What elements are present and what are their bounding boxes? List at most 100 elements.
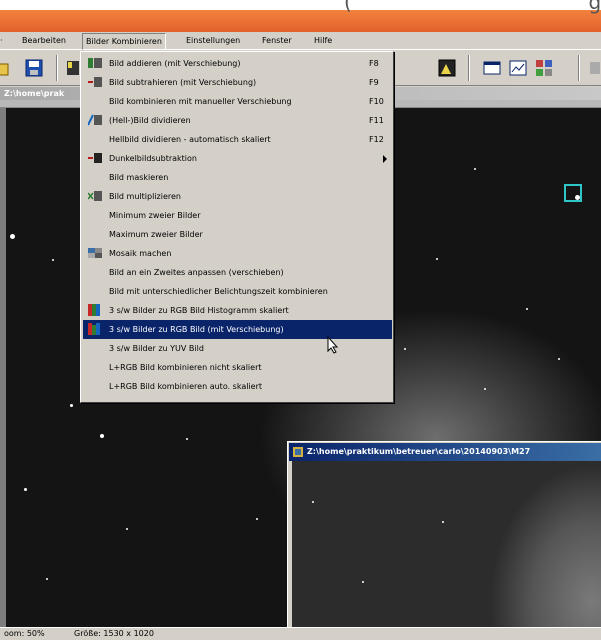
menu-item[interactable]: 3 s/w Bilder zu YUV Bild [83, 339, 392, 358]
document2-title[interactable]: Z:\home\praktikum\betreuer\carlo\2014090… [289, 443, 601, 461]
menu-einstellungen[interactable]: Einstellungen [186, 36, 240, 45]
menu-item-shortcut: F10 [369, 97, 384, 106]
star [256, 518, 258, 520]
menu-item-label: Hellbild dividieren - automatisch skalie… [109, 135, 271, 144]
multiply-icon [87, 190, 102, 202]
star [312, 501, 314, 503]
menu-item[interactable]: (Hell-)Bild dividieren F11 [83, 111, 392, 130]
toolbar-separator [578, 55, 580, 81]
orange-title-bar [0, 10, 601, 32]
star [100, 434, 104, 438]
star [186, 438, 188, 440]
status-zoom: oom: 50% [4, 629, 45, 638]
menu-item[interactable]: Maximum zweier Bilder [83, 225, 392, 244]
add-icon [88, 57, 102, 69]
menu-item-label: Bild an ein Zweites anpassen (verschiebe… [109, 268, 284, 277]
menu-item[interactable]: L+RGB Bild kombinieren auto. skaliert [83, 377, 392, 396]
star [24, 488, 27, 491]
menu-item-label: Bild maskieren [109, 173, 169, 182]
menu-item-shortcut: F9 [369, 78, 379, 87]
menu-bilder-kombinieren[interactable]: Bilder Kombinieren [82, 33, 166, 50]
menu-item-label: Bild subtrahieren (mit Verschiebung) [109, 78, 257, 87]
star [404, 348, 406, 350]
mouse-cursor-icon [327, 335, 339, 354]
menu-item[interactable]: Bild mit unterschiedlicher Belichtungsze… [83, 282, 392, 301]
star [558, 358, 560, 360]
save-icon[interactable] [24, 58, 44, 78]
star [484, 388, 486, 390]
star [126, 528, 128, 530]
menu-item[interactable]: Bild subtrahieren (mit Verschiebung) F9 [83, 73, 392, 92]
menu-item[interactable]: Minimum zweier Bilder [83, 206, 392, 225]
status-bar: oom: 50% Größe: 1530 x 1020 [0, 627, 601, 640]
star [436, 258, 438, 260]
menu-item[interactable]: Bild kombinieren mit manueller Verschieb… [83, 92, 392, 111]
astro-image-secondary[interactable] [292, 461, 601, 640]
star [526, 308, 528, 310]
divide-icon [87, 114, 102, 126]
submenu-arrow-icon [383, 155, 387, 163]
toolbar-separator [468, 55, 470, 81]
menu-item-shortcut: F8 [369, 59, 379, 68]
menu-fenster[interactable]: Fenster [262, 36, 292, 45]
dark-subtract-icon [88, 152, 102, 164]
window-title-strip: ( g) [0, 0, 601, 32]
star [362, 581, 364, 583]
menu-item-label: Dunkelbildsubtraktion [109, 154, 197, 163]
more-icon[interactable] [588, 58, 601, 78]
star [52, 259, 54, 261]
menu-item[interactable]: Bild an ein Zweites anpassen (verschiebe… [83, 263, 392, 282]
star [70, 404, 73, 407]
menu-item-label: Mosaik machen [109, 249, 172, 258]
window-icon[interactable] [482, 58, 502, 78]
rgb-shift-icon [88, 323, 102, 335]
menu-bearbeiten[interactable]: Bearbeiten [22, 36, 66, 45]
menu-item-label: Minimum zweier Bilder [109, 211, 201, 220]
menu-item-shortcut: F12 [369, 135, 384, 144]
menu-item[interactable]: Dunkelbildsubtraktion [83, 149, 392, 168]
menu-item-label: Bild mit unterschiedlicher Belichtungsze… [109, 287, 328, 296]
menu-item[interactable]: Hellbild dividieren - automatisch skalie… [83, 130, 392, 149]
document-icon [293, 447, 303, 457]
menu-item-label: 3 s/w Bilder zu RGB Bild (mit Verschiebu… [109, 325, 284, 334]
menu-item-label: (Hell-)Bild dividieren [109, 116, 191, 125]
grid-icon[interactable] [534, 58, 554, 78]
header-text: ( [344, 0, 352, 14]
menu-item[interactable]: L+RGB Bild kombinieren nicht skaliert [83, 358, 392, 377]
menu-item[interactable]: 3 s/w Bilder zu RGB Bild Histogramm skal… [83, 301, 392, 320]
star [46, 578, 48, 580]
menu-item[interactable]: Mosaik machen [83, 244, 392, 263]
menu-item-label: 3 s/w Bilder zu RGB Bild Histogramm skal… [109, 306, 289, 315]
star-marker[interactable] [564, 184, 582, 202]
star [442, 521, 444, 523]
menu-item[interactable]: Bild addieren (mit Verschiebung) F8 [83, 54, 392, 73]
header-text-right: g) [588, 0, 601, 14]
menu-item-label: L+RGB Bild kombinieren nicht skaliert [109, 363, 262, 372]
menu-item-shortcut: F11 [369, 116, 384, 125]
document2-title-text: Z:\home\praktikum\betreuer\carlo\2014090… [307, 447, 531, 456]
subtract-icon [88, 76, 102, 88]
menu-left-edge: · [0, 36, 3, 45]
histogram-icon[interactable] [437, 58, 457, 78]
menu-item[interactable]: Bild multiplizieren [83, 187, 392, 206]
open-icon[interactable] [0, 58, 12, 78]
menu-item-label: Bild kombinieren mit manueller Verschieb… [109, 97, 292, 106]
bilder-kombinieren-menu: Bild addieren (mit Verschiebung) F8 Bild s… [80, 51, 394, 403]
menu-bar: · Bearbeiten Bilder Kombinieren Einstell… [0, 32, 601, 50]
document-window-secondary: Z:\home\praktikum\betreuer\carlo\2014090… [287, 441, 601, 640]
star [10, 234, 15, 239]
menu-item[interactable]: 3 s/w Bilder zu RGB Bild (mit Verschiebu… [83, 320, 392, 339]
toolbar-separator [56, 55, 58, 81]
mosaic-icon [88, 247, 102, 259]
menu-item-label: 3 s/w Bilder zu YUV Bild [109, 344, 204, 353]
graph-icon[interactable] [508, 58, 528, 78]
menu-item-label: Maximum zweier Bilder [109, 230, 203, 239]
menu-item-label: Bild multiplizieren [109, 192, 181, 201]
menu-item[interactable]: Bild maskieren [83, 168, 392, 187]
star [474, 168, 476, 170]
status-size: Größe: 1530 x 1020 [74, 629, 154, 638]
menu-item-label: Bild addieren (mit Verschiebung) [109, 59, 241, 68]
rgb-icon [88, 304, 102, 316]
menu-item-label: L+RGB Bild kombinieren auto. skaliert [109, 382, 263, 391]
menu-hilfe[interactable]: Hilfe [314, 36, 332, 45]
